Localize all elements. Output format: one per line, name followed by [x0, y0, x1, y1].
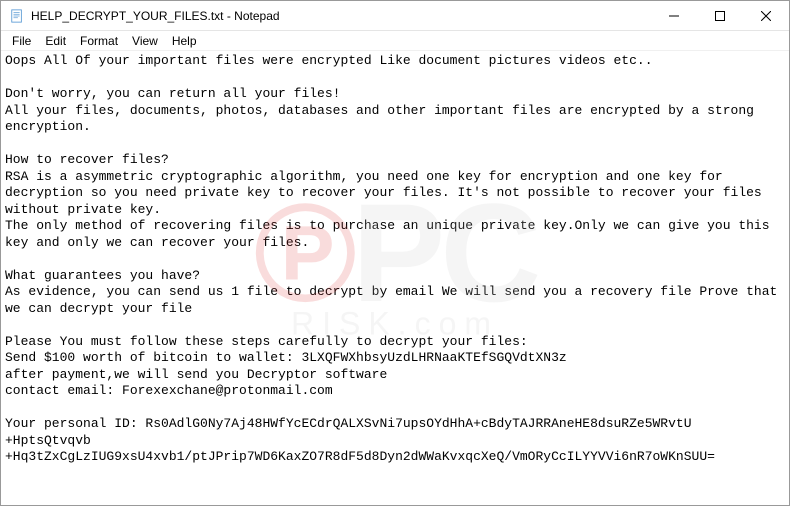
- minimize-button[interactable]: [651, 1, 697, 30]
- notepad-window: HELP_DECRYPT_YOUR_FILES.txt - Notepad Fi…: [0, 0, 790, 506]
- maximize-button[interactable]: [697, 1, 743, 30]
- notepad-icon: [9, 8, 25, 24]
- menu-file[interactable]: File: [5, 32, 38, 50]
- menu-edit[interactable]: Edit: [38, 32, 73, 50]
- window-controls: [651, 1, 789, 30]
- titlebar: HELP_DECRYPT_YOUR_FILES.txt - Notepad: [1, 1, 789, 31]
- menu-help[interactable]: Help: [165, 32, 204, 50]
- close-button[interactable]: [743, 1, 789, 30]
- menu-view[interactable]: View: [125, 32, 165, 50]
- text-area[interactable]: Oops All Of your important files were en…: [1, 51, 789, 505]
- menubar: File Edit Format View Help: [1, 31, 789, 51]
- window-title: HELP_DECRYPT_YOUR_FILES.txt - Notepad: [31, 9, 651, 23]
- menu-format[interactable]: Format: [73, 32, 125, 50]
